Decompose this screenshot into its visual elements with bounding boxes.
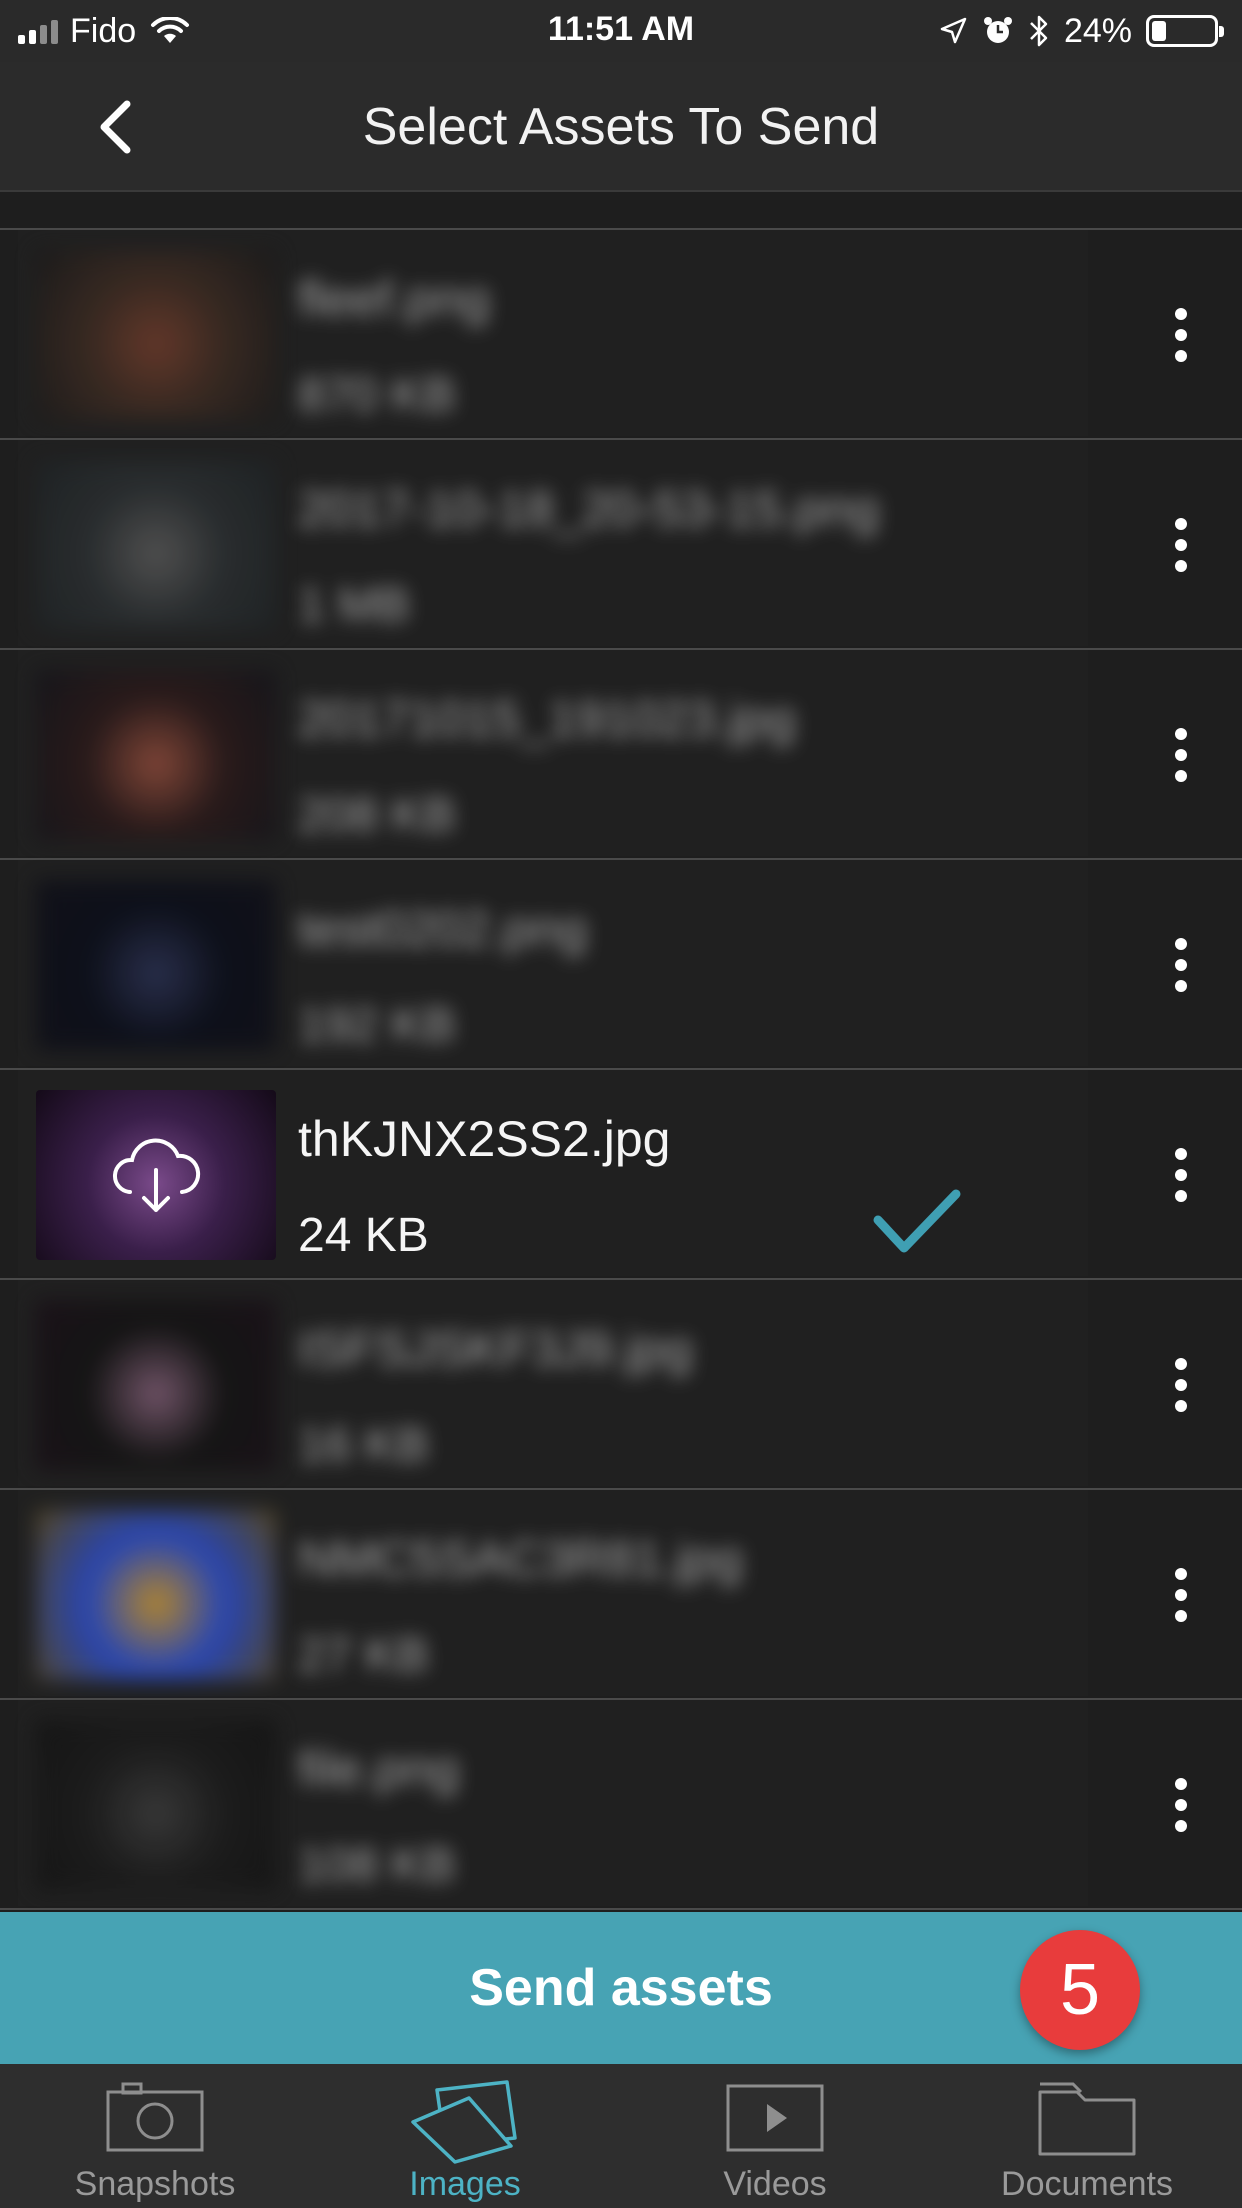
asset-thumbnail xyxy=(36,250,276,420)
asset-thumbnail xyxy=(36,1300,276,1470)
asset-filesize: 192 KB xyxy=(298,999,456,1052)
tab-videos-label: Videos xyxy=(723,2165,827,2203)
asset-filename: 2017-10-18_20-53-15.png xyxy=(298,481,880,537)
more-options-icon[interactable] xyxy=(1166,300,1196,370)
tab-snapshots[interactable]: Snapshots xyxy=(0,2064,310,2208)
cloud-download-icon xyxy=(113,1138,201,1212)
tab-images[interactable]: Images xyxy=(310,2064,620,2208)
asset-filesize: 27 KB xyxy=(298,1629,429,1682)
battery-percentage: 24% xyxy=(1063,11,1132,50)
asset-thumbnail xyxy=(36,460,276,630)
more-options-icon[interactable] xyxy=(1166,1350,1196,1420)
more-options-icon[interactable] xyxy=(1166,510,1196,580)
images-icon xyxy=(411,2080,517,2164)
asset-row[interactable]: fleef.png 870 KB xyxy=(0,228,1242,438)
location-arrow-icon xyxy=(940,17,967,44)
asset-row[interactable]: test0202.png 192 KB xyxy=(0,858,1242,1068)
asset-list[interactable]: fleef.png 870 KB 2017-10-18_20-53-15.png 1 … xyxy=(0,192,1242,1912)
asset-row[interactable]: NMC5SAC3R81.jpg 27 KB xyxy=(0,1488,1242,1698)
video-icon xyxy=(726,2084,824,2152)
send-assets-button[interactable]: Send assets 5 xyxy=(0,1912,1242,2064)
asset-thumbnail xyxy=(36,670,276,840)
asset-filesize: 16 KB xyxy=(298,1419,429,1472)
more-options-icon[interactable] xyxy=(1166,1770,1196,1840)
tab-images-label: Images xyxy=(409,2165,521,2203)
asset-row[interactable]: ISFSJSKF3J9.jpg 16 KB xyxy=(0,1278,1242,1488)
asset-filesize: 1 MB xyxy=(298,579,411,632)
asset-thumbnail xyxy=(36,1720,276,1890)
asset-filename: ISFSJSKF3J9.jpg xyxy=(298,1321,693,1377)
more-options-icon[interactable] xyxy=(1166,930,1196,1000)
asset-row[interactable]: file.png 108 KB xyxy=(0,1698,1242,1908)
camera-icon xyxy=(106,2082,204,2152)
asset-row[interactable]: 20171015_191023.jpg 208 KB xyxy=(0,648,1242,858)
selection-count-badge: 5 xyxy=(1020,1930,1140,2050)
asset-filesize: 870 KB xyxy=(298,369,456,422)
asset-thumbnail xyxy=(36,1510,276,1680)
asset-filename: file.png xyxy=(298,1741,460,1797)
more-options-icon[interactable] xyxy=(1166,1140,1196,1210)
tab-documents[interactable]: Documents xyxy=(932,2064,1242,2208)
tab-bar: Snapshots Images Videos Documents xyxy=(0,2064,1242,2208)
asset-filename: 20171015_191023.jpg xyxy=(298,691,796,747)
asset-filesize: 108 KB xyxy=(298,1839,456,1892)
more-options-icon[interactable] xyxy=(1166,1560,1196,1630)
asset-row[interactable]: 2017-10-18_20-53-15.png 1 MB xyxy=(0,438,1242,648)
tab-snapshots-label: Snapshots xyxy=(74,2165,236,2203)
nav-header: Select Assets To Send xyxy=(0,62,1242,192)
asset-filename: fleef.png xyxy=(298,271,490,327)
more-options-icon[interactable] xyxy=(1166,720,1196,790)
list-divider xyxy=(0,1908,1242,1910)
asset-filesize: 24 KB xyxy=(298,1209,429,1262)
bluetooth-icon xyxy=(1030,15,1048,47)
battery-icon xyxy=(1146,15,1224,47)
checkmark-icon xyxy=(873,1189,961,1253)
tab-videos[interactable]: Videos xyxy=(620,2064,930,2208)
status-bar: Fido 11:51 AM 24% xyxy=(0,0,1242,62)
status-right: 24% xyxy=(938,10,1224,52)
page-title: Select Assets To Send xyxy=(362,98,880,156)
alarm-icon xyxy=(983,17,1012,43)
asset-thumbnail xyxy=(36,880,276,1050)
asset-filename: thKJNX2SS2.jpg xyxy=(298,1111,671,1167)
folder-icon xyxy=(1038,2082,1136,2156)
asset-filename: test0202.png xyxy=(298,901,588,957)
asset-thumbnail xyxy=(36,1090,276,1260)
asset-filesize: 208 KB xyxy=(298,789,456,842)
tab-documents-label: Documents xyxy=(1001,2165,1173,2203)
asset-row[interactable]: thKJNX2SS2.jpg 24 KB xyxy=(0,1068,1242,1278)
asset-filename: NMC5SAC3R81.jpg xyxy=(298,1531,743,1587)
